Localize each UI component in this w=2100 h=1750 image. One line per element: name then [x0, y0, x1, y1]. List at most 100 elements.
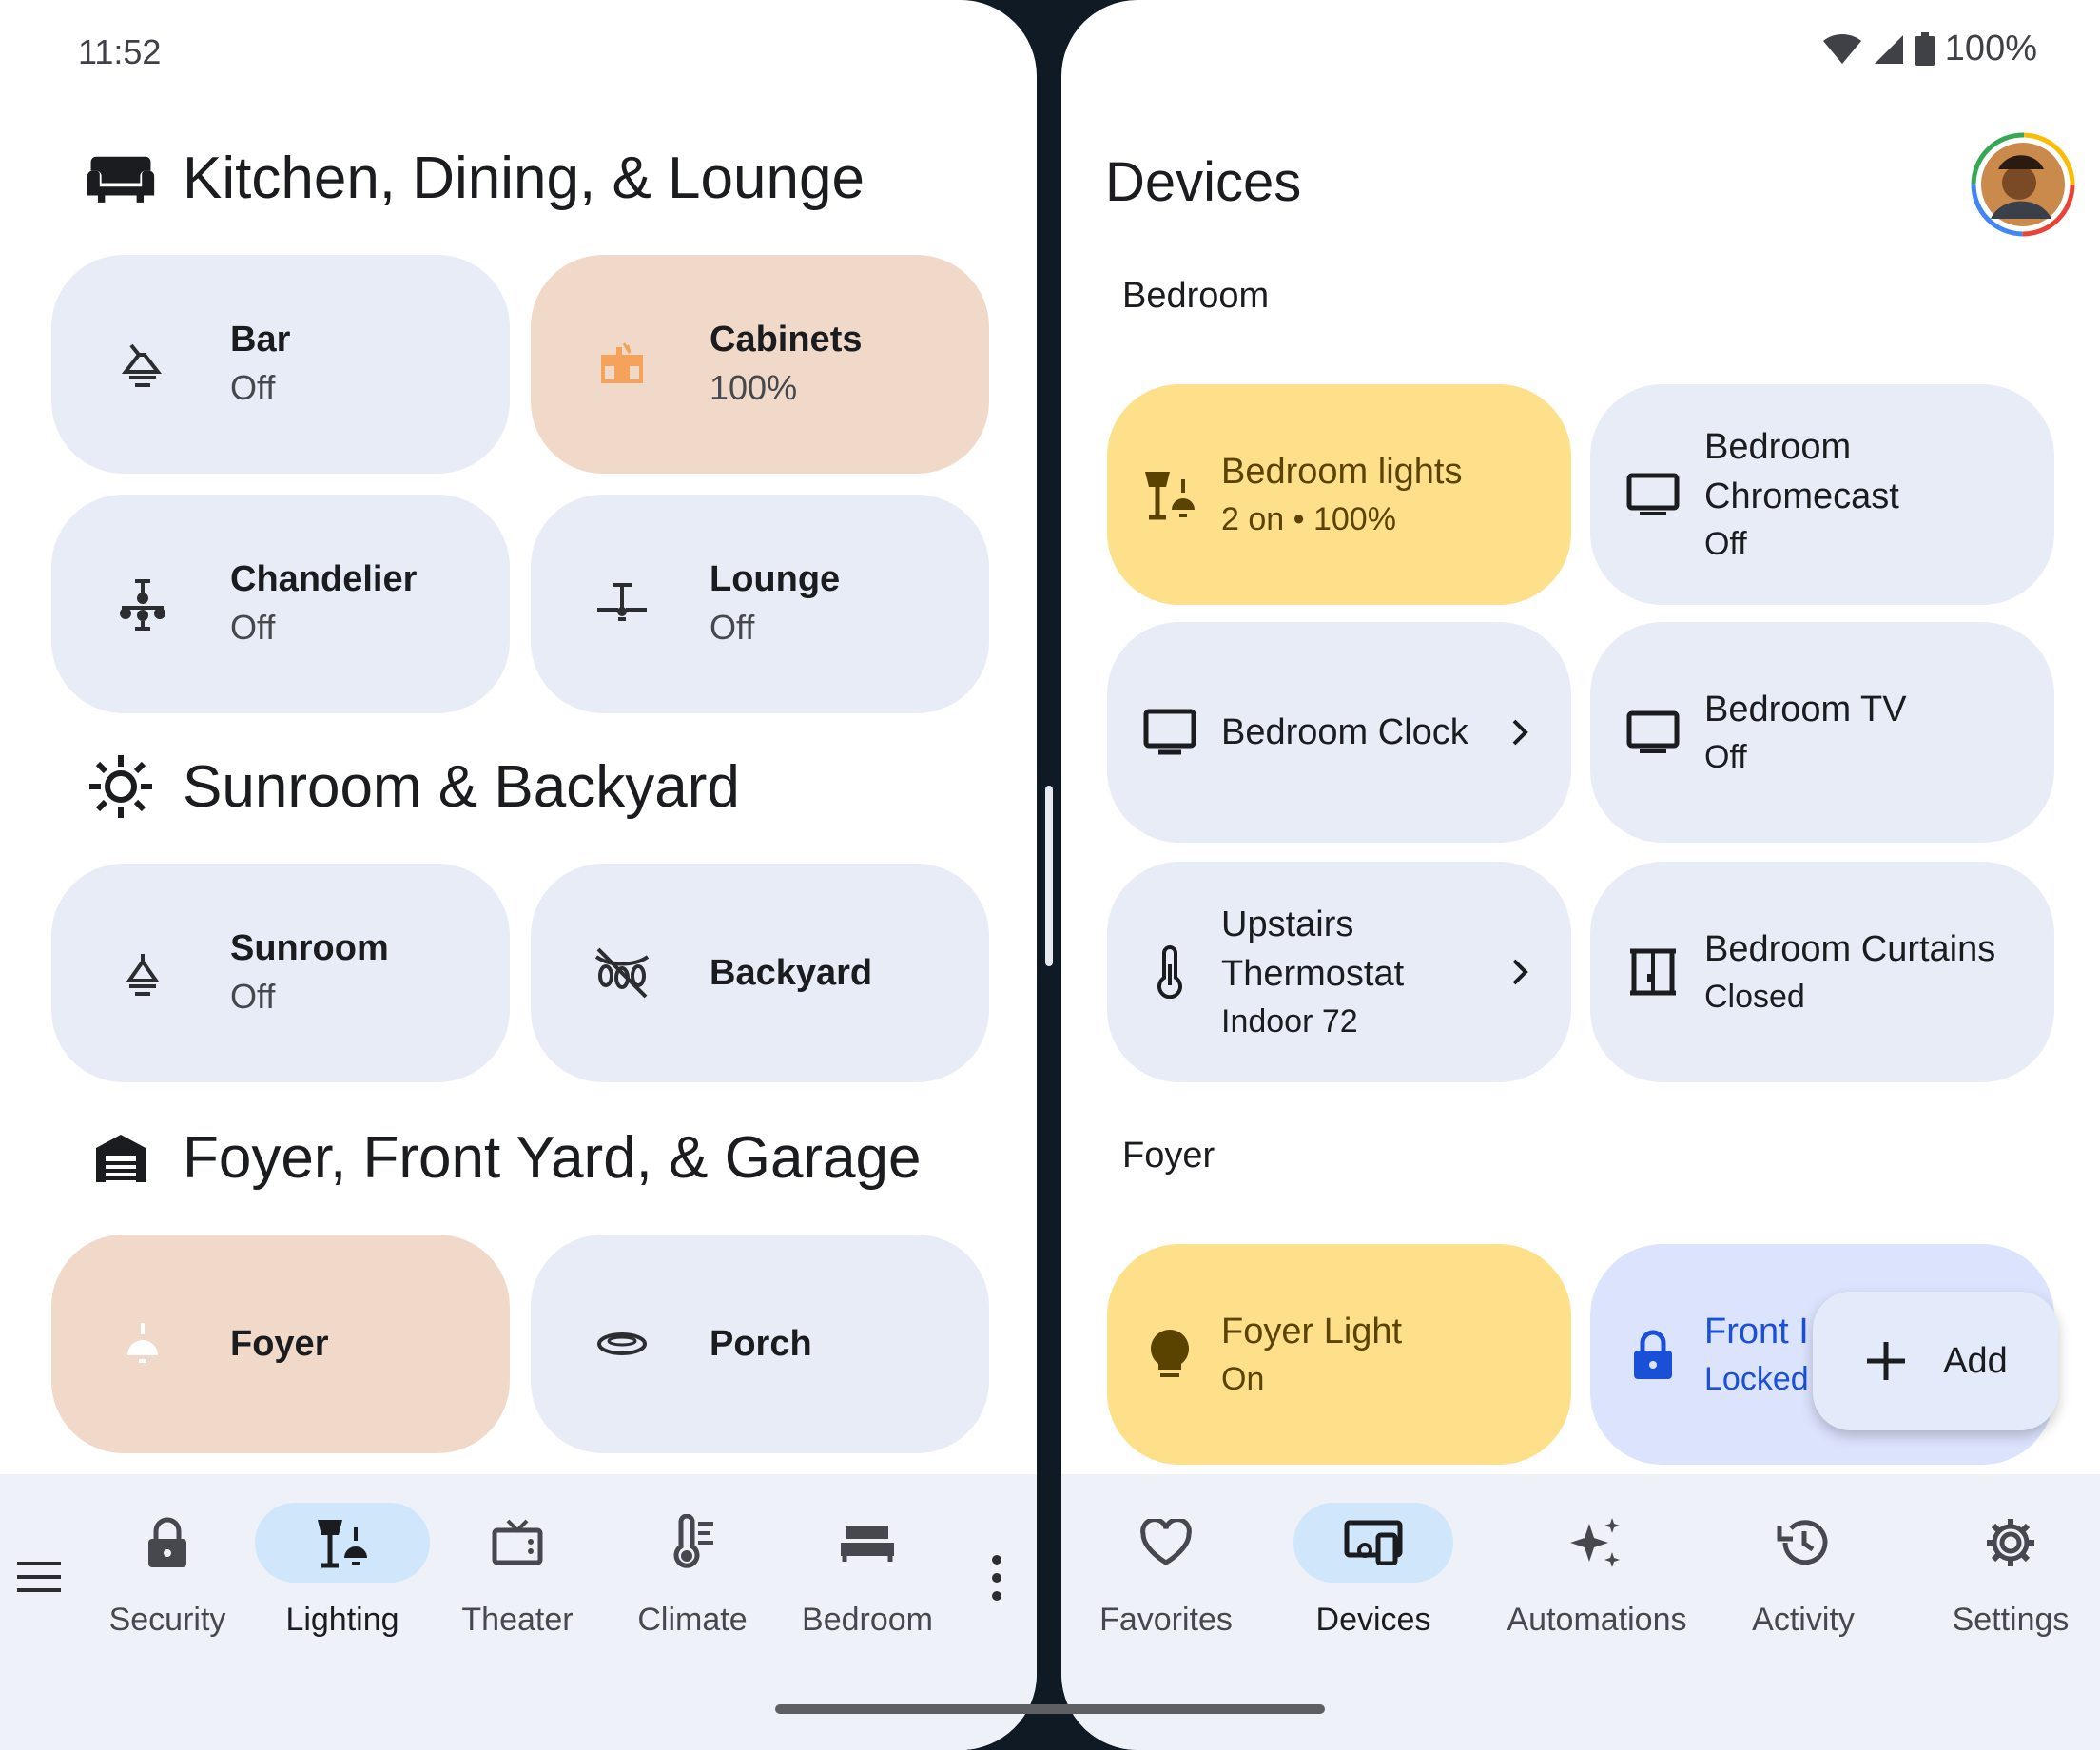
- tile-name: Backyard: [710, 953, 873, 993]
- lock-icon: [1623, 1324, 1683, 1385]
- tile-foyer[interactable]: Foyer: [51, 1235, 510, 1453]
- device-name: Bedroom Curtains: [1704, 929, 1996, 969]
- lighting-pane: 11:52 Kitchen, Dining, & Lounge Bar Off …: [0, 0, 1037, 1750]
- flush-mount-light-icon: [588, 1310, 656, 1378]
- device-bedroom-lights[interactable]: Bedroom lights 2 on • 100%: [1107, 384, 1571, 605]
- tile-bar[interactable]: Bar Off: [51, 255, 510, 474]
- device-state: Off: [1704, 526, 1747, 562]
- thermometer-icon: [1139, 942, 1200, 1002]
- device-name: Bedroom lights: [1221, 452, 1463, 492]
- tile-name: Foyer: [230, 1324, 329, 1364]
- sun-icon: [86, 751, 156, 822]
- group-title-foyer: Foyer: [1122, 1136, 1215, 1176]
- device-bedroom-chromecast[interactable]: Bedroom Chromecast Off: [1590, 384, 2054, 605]
- chevron-right-icon: [1512, 719, 1528, 746]
- nav-activity[interactable]: Activity: [1718, 1503, 1889, 1639]
- lock-icon: [80, 1503, 255, 1583]
- lamps-icon: [1139, 464, 1200, 525]
- nav-security[interactable]: Security: [82, 1503, 253, 1639]
- nav-automations[interactable]: Automations: [1488, 1503, 1706, 1639]
- tile-state: Off: [230, 608, 276, 647]
- section-kitchen-dining-lounge: Kitchen, Dining, & Lounge: [86, 143, 865, 213]
- sparkle-icon: [1509, 1503, 1684, 1583]
- battery-percent: 100%: [1944, 29, 2037, 68]
- signal-icon: [1874, 34, 1903, 64]
- tile-name: Chandelier: [230, 559, 418, 599]
- garage-icon: [86, 1122, 156, 1193]
- thermostat-icon: [605, 1503, 780, 1583]
- tile-state: Off: [710, 608, 755, 647]
- device-name: Bedroom TV: [1704, 690, 1907, 729]
- gear-icon: [1923, 1503, 2098, 1583]
- tile-porch[interactable]: Porch: [531, 1235, 989, 1453]
- device-name: Foyer Light: [1221, 1312, 1403, 1351]
- curtains-icon: [1623, 942, 1683, 1002]
- ceiling-fan-light-icon: [588, 570, 656, 638]
- tile-state: Off: [230, 368, 276, 407]
- tile-name: Lounge: [710, 559, 841, 599]
- nav-label: Devices: [1315, 1602, 1431, 1638]
- device-name: Front I: [1704, 1312, 1809, 1351]
- tv-icon: [430, 1503, 605, 1583]
- menu-icon[interactable]: [15, 1558, 63, 1596]
- avatar[interactable]: [1970, 131, 2076, 238]
- nav-lighting[interactable]: Lighting: [255, 1503, 430, 1639]
- display-icon: [1623, 464, 1683, 525]
- device-bedroom-tv[interactable]: Bedroom TV Off: [1590, 622, 2054, 843]
- nav-favorites[interactable]: Favorites: [1080, 1503, 1252, 1639]
- nav-settings[interactable]: Settings: [1925, 1503, 2096, 1639]
- tile-backyard[interactable]: Backyard: [531, 864, 989, 1082]
- section-title: Kitchen, Dining, & Lounge: [183, 145, 865, 211]
- nav-devices[interactable]: Devices: [1288, 1503, 1459, 1639]
- tile-sunroom[interactable]: Sunroom Off: [51, 864, 510, 1082]
- device-state: On: [1221, 1361, 1265, 1397]
- battery-icon: [1915, 31, 1935, 66]
- nav-label: Lighting: [285, 1602, 399, 1638]
- heart-icon: [1079, 1503, 1254, 1583]
- tile-name: Cabinets: [710, 320, 863, 360]
- tile-name: Porch: [710, 1324, 812, 1364]
- nav-climate[interactable]: Climate: [607, 1503, 778, 1639]
- device-name: Bedroom Clock: [1221, 712, 1468, 752]
- devices-icon: [1293, 1503, 1453, 1583]
- status-time: 11:52: [78, 32, 162, 71]
- display-icon: [1623, 702, 1683, 763]
- nav-label: Automations: [1507, 1602, 1687, 1638]
- device-state: Indoor 72: [1221, 1003, 1358, 1040]
- section-title: Foyer, Front Yard, & Garage: [183, 1124, 922, 1191]
- device-state: 2 on • 100%: [1221, 501, 1396, 537]
- section-sunroom-backyard: Sunroom & Backyard: [86, 751, 740, 822]
- device-bedroom-clock[interactable]: Bedroom Clock: [1107, 622, 1571, 843]
- pane-divider-handle[interactable]: [1045, 786, 1053, 966]
- device-state: Off: [1704, 739, 1747, 775]
- device-bedroom-curtains[interactable]: Bedroom Curtains Closed: [1590, 862, 2054, 1082]
- nav-theater[interactable]: Theater: [432, 1503, 603, 1639]
- nav-label: Security: [108, 1602, 226, 1638]
- tile-cabinets[interactable]: Cabinets 100%: [531, 255, 989, 474]
- device-foyer-light[interactable]: Foyer Light On: [1107, 1244, 1571, 1465]
- chandelier-icon: [108, 570, 177, 638]
- nav-label: Favorites: [1099, 1602, 1233, 1638]
- cabinet-light-icon: [588, 330, 656, 399]
- nav-label: Bedroom: [802, 1602, 933, 1638]
- nav-bedroom[interactable]: Bedroom: [782, 1503, 953, 1639]
- nav-label: Settings: [1952, 1602, 2070, 1638]
- tile-name: Bar: [230, 320, 291, 360]
- device-state: Locked: [1704, 1361, 1809, 1397]
- tile-name: Sunroom: [230, 928, 389, 968]
- device-upstairs-thermostat[interactable]: Upstairs Thermostat Indoor 72: [1107, 862, 1571, 1082]
- add-button[interactable]: Add: [1813, 1292, 2058, 1430]
- sofa-icon: [86, 143, 156, 213]
- history-icon: [1716, 1503, 1891, 1583]
- more-vert-icon[interactable]: [987, 1552, 1006, 1604]
- devices-pane: 100% Devices Bedroom Bedroom lights 2 on…: [1061, 0, 2100, 1750]
- tile-lounge[interactable]: Lounge Off: [531, 495, 989, 713]
- section-foyer-frontyard-garage: Foyer, Front Yard, & Garage: [86, 1122, 922, 1193]
- string-lights-off-icon: [588, 939, 656, 1007]
- tile-chandelier[interactable]: Chandelier Off: [51, 495, 510, 713]
- nav-label: Activity: [1752, 1602, 1855, 1638]
- add-button-label: Add: [1943, 1340, 2008, 1381]
- lamp-icon: [108, 939, 177, 1007]
- home-indicator: [775, 1704, 1325, 1714]
- tile-state: 100%: [710, 368, 798, 407]
